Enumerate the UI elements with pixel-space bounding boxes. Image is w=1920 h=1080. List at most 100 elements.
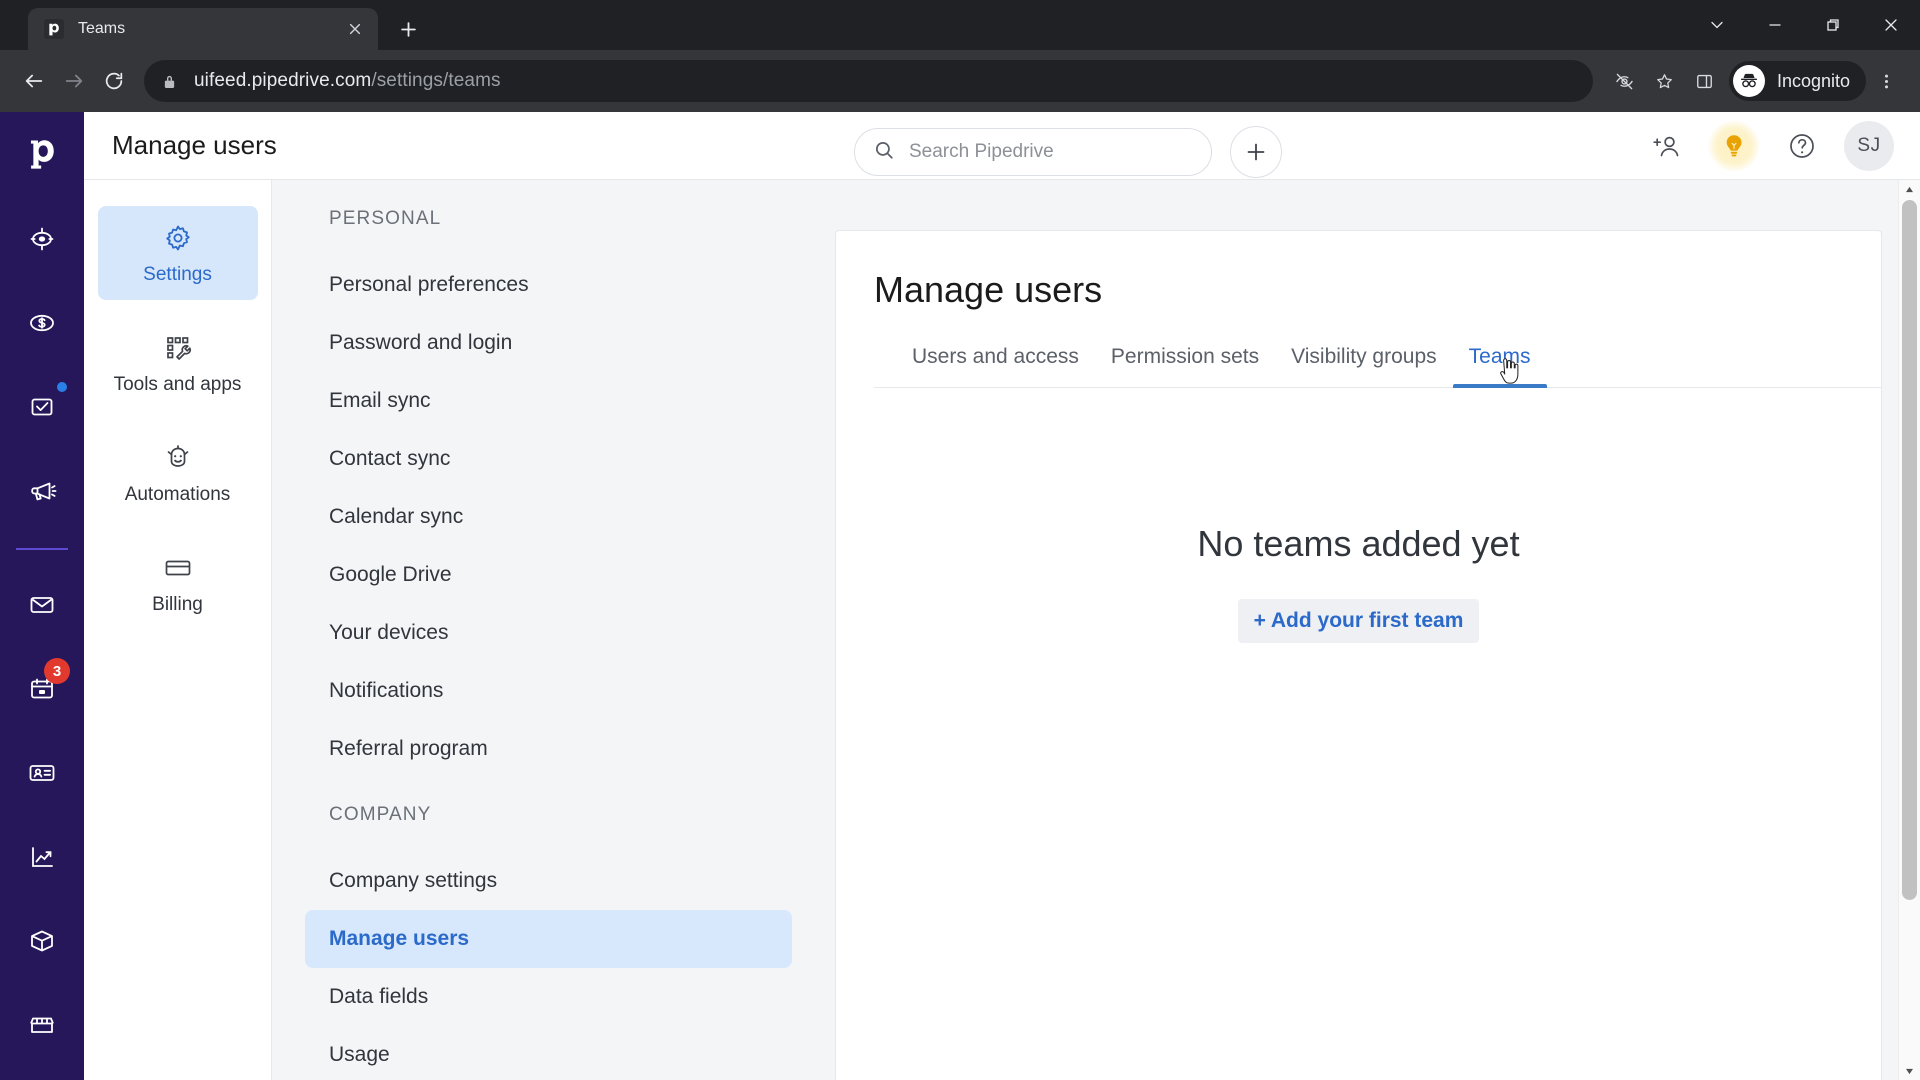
contacts-card-icon[interactable] [13, 744, 71, 802]
content-row: Settings Tools and apps Automations Bill… [84, 180, 1920, 1080]
deals-dollar-icon[interactable] [13, 294, 71, 352]
empty-state-title: No teams added yet [1197, 523, 1520, 564]
mail-envelope-icon[interactable] [13, 576, 71, 634]
forward-arrow-icon[interactable] [54, 61, 94, 101]
add-first-team-button[interactable]: + Add your first team [1237, 599, 1480, 643]
browser-window: Teams uifeed.pipedrive.com/settings/team… [0, 0, 1920, 1080]
settings-item-google-drive[interactable]: Google Drive [305, 546, 792, 604]
search-icon [873, 139, 895, 166]
window-controls [1688, 0, 1920, 50]
browser-toolbar: uifeed.pipedrive.com/settings/teams Inco… [0, 50, 1920, 112]
avatar[interactable]: SJ [1844, 121, 1894, 171]
add-person-icon[interactable] [1640, 120, 1692, 172]
work-area: Manage users Users and access Permission… [832, 180, 1920, 1080]
calendar-count-badge: 3 [44, 658, 70, 684]
products-box-icon[interactable] [13, 912, 71, 970]
sidebar-item-billing[interactable]: Billing [98, 536, 258, 630]
browser-tab[interactable]: Teams [28, 8, 378, 50]
tab-teams[interactable]: Teams [1452, 345, 1547, 388]
close-window-icon[interactable] [1862, 0, 1920, 50]
side-panel-icon[interactable] [1685, 61, 1725, 101]
url-path: /settings/teams [371, 70, 501, 91]
robot-icon [98, 442, 258, 474]
settings-item-email-sync[interactable]: Email sync [305, 372, 792, 430]
pipedrive-logo-icon[interactable] [13, 124, 71, 182]
search-input-wrapper[interactable] [854, 128, 1212, 176]
gear-icon [98, 222, 258, 254]
page-title: Manage users [112, 130, 277, 160]
calendar-icon[interactable]: 3 [13, 658, 71, 718]
scrollbar-thumb[interactable] [1902, 200, 1917, 900]
rail-divider [16, 548, 68, 550]
settings-item-password-and-login[interactable]: Password and login [305, 314, 792, 372]
campaigns-megaphone-icon[interactable] [13, 462, 71, 520]
tab-users-and-access[interactable]: Users and access [896, 345, 1095, 387]
settings-item-company-settings[interactable]: Company settings [305, 852, 792, 910]
sidebar-item-settings[interactable]: Settings [97, 206, 258, 300]
tab-bar: Users and access Permission sets Visibil… [874, 345, 1881, 388]
address-bar-url: uifeed.pipedrive.com/settings/teams [194, 70, 501, 92]
settings-nav: Settings Tools and apps Automations Bill… [84, 180, 272, 1080]
profile-pill[interactable]: Incognito [1728, 61, 1866, 101]
sidebar-item-label: Automations [124, 484, 231, 505]
card-title: Manage users [874, 269, 1103, 310]
question-mark-icon[interactable] [1776, 120, 1828, 172]
sidebar-item-label: Settings [143, 264, 212, 285]
settings-item-notifications[interactable]: Notifications [305, 662, 792, 720]
settings-item-personal-preferences[interactable]: Personal preferences [305, 256, 792, 314]
minimize-icon[interactable] [1746, 0, 1804, 50]
settings-item-data-fields[interactable]: Data fields [305, 968, 792, 1026]
tools-apps-icon [98, 332, 258, 364]
settings-group-title-company: Company [329, 804, 432, 825]
eye-off-icon[interactable] [1605, 61, 1645, 101]
sidebar-item-label: Billing [152, 594, 203, 615]
page-scrollbar[interactable] [1898, 180, 1920, 1080]
settings-item-usage[interactable]: Usage [305, 1026, 792, 1080]
close-icon[interactable] [342, 16, 368, 42]
activities-check-icon[interactable] [13, 378, 71, 436]
marketplace-shop-icon[interactable] [13, 996, 71, 1054]
chevron-down-icon[interactable] [1688, 0, 1746, 50]
app-rail: 3 [0, 112, 84, 1080]
reload-icon[interactable] [94, 61, 134, 101]
incognito-icon [1732, 65, 1765, 97]
star-icon[interactable] [1645, 61, 1685, 101]
plus-icon[interactable] [390, 11, 426, 47]
pipedrive-app: 3 Manage users Search Pipedrive SJ Setti… [0, 112, 1920, 1080]
lightbulb-icon[interactable] [1708, 120, 1760, 172]
leads-target-icon[interactable] [13, 210, 71, 268]
credit-card-icon [98, 552, 258, 584]
tab-permission-sets[interactable]: Permission sets [1095, 345, 1275, 387]
sidebar-item-label: Tools and apps [113, 374, 242, 395]
notification-dot-badge [57, 382, 67, 392]
settings-item-contact-sync[interactable]: Contact sync [305, 430, 792, 488]
manage-users-card: Manage users Users and access Permission… [835, 230, 1882, 1080]
profile-label: Incognito [1776, 70, 1850, 91]
browser-tab-title: Teams [78, 20, 126, 37]
tab-visibility-groups[interactable]: Visibility groups [1275, 345, 1453, 387]
header-search-area [854, 126, 1282, 178]
card-header: Manage users Users and access Permission… [836, 231, 1881, 388]
settings-group-title-personal: Personal [329, 208, 442, 229]
lock-icon [160, 72, 178, 90]
add-button[interactable] [1230, 126, 1282, 178]
scroll-up-arrow-icon[interactable] [1899, 180, 1920, 198]
insights-chart-icon[interactable] [13, 828, 71, 886]
app-header: Manage users Search Pipedrive SJ [84, 112, 1920, 180]
settings-item-calendar-sync[interactable]: Calendar sync [305, 488, 792, 546]
search-input[interactable] [909, 141, 1193, 163]
maximize-icon[interactable] [1804, 0, 1862, 50]
back-arrow-icon[interactable] [14, 61, 54, 101]
settings-item-referral-program[interactable]: Referral program [305, 720, 792, 778]
address-bar[interactable]: uifeed.pipedrive.com/settings/teams [144, 60, 1593, 102]
sidebar-item-automations[interactable]: Automations [98, 426, 258, 520]
settings-item-your-devices[interactable]: Your devices [305, 604, 792, 662]
sidebar-item-tools-and-apps[interactable]: Tools and apps [98, 316, 258, 410]
empty-state: No teams added yet + Add your first team [836, 523, 1881, 643]
url-domain: uifeed.pipedrive.com [194, 70, 372, 91]
scroll-down-arrow-icon[interactable] [1899, 1062, 1920, 1080]
settings-item-manage-users[interactable]: Manage users [305, 910, 792, 968]
pipedrive-logo-icon [44, 19, 64, 39]
three-dot-menu-icon[interactable] [1866, 61, 1906, 101]
settings-list: Personal Personal preferences Password a… [272, 180, 832, 1080]
